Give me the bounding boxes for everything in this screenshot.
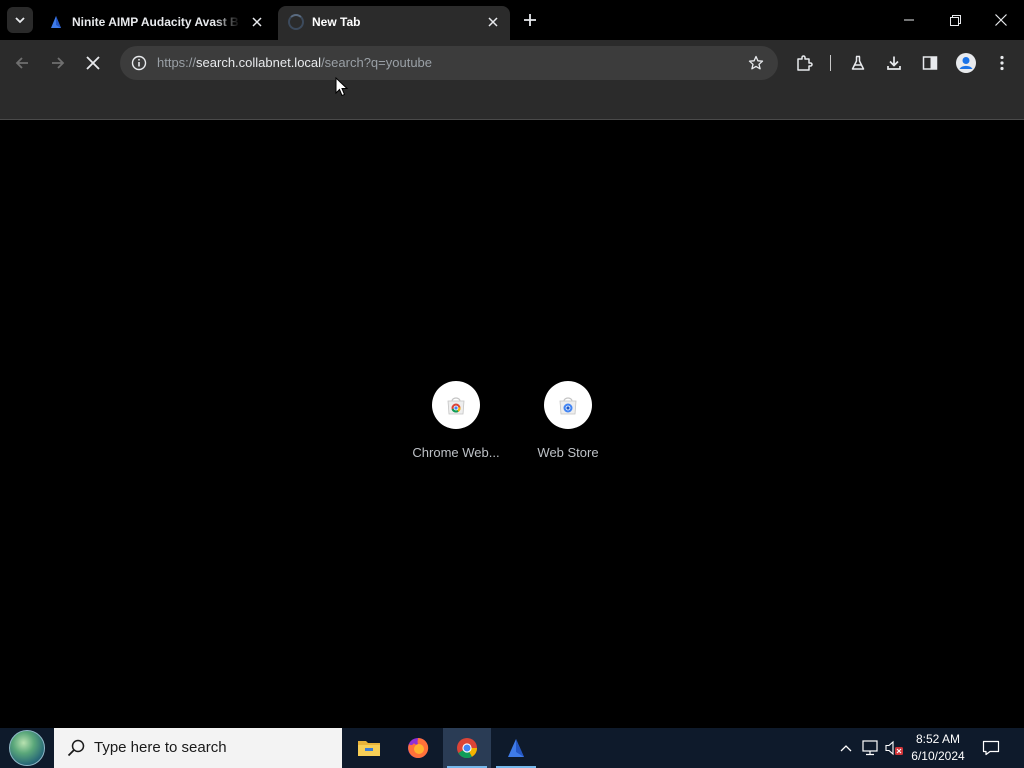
site-info-icon[interactable] [128,52,150,74]
notification-center-button[interactable] [978,736,1004,760]
menu-button[interactable] [989,50,1015,76]
firefox-icon [408,737,429,758]
minimize-icon [904,19,914,21]
more-vertical-icon [1000,55,1004,71]
search-placeholder: Type here to search [94,739,227,756]
shortcut-icon-circle [544,381,592,429]
forward-button[interactable] [45,50,71,76]
shortcut-label: Chrome Web... [412,445,500,460]
close-tab-icon[interactable] [248,13,266,31]
stop-icon [86,56,100,70]
network-tray-icon[interactable] [860,738,880,758]
notification-icon [982,740,1000,756]
arrow-left-icon [15,57,28,69]
close-icon [995,14,1007,26]
chevron-down-icon [15,17,25,24]
shortcut-label: Web Store [537,445,599,460]
taskbar-firefox[interactable] [394,728,442,768]
flask-icon [851,55,865,70]
profile-button[interactable] [953,50,979,76]
close-window-button[interactable] [978,0,1024,40]
close-tab-icon[interactable] [484,13,502,31]
start-orb-icon [9,730,45,766]
browser-toolbar: https://search.collabnet.local/search?q=… [0,40,1024,86]
taskbar-file-explorer[interactable] [345,728,393,768]
tab-title: Ninite AIMP Audacity Avast Bl [72,15,240,29]
url-path: /search?q=youtube [321,55,433,70]
volume-muted-icon [885,740,903,756]
volume-tray-icon[interactable] [884,738,904,758]
restore-icon [949,14,961,26]
clock-time: 8:52 AM [915,732,961,746]
labs-button[interactable] [845,50,871,76]
chevron-up-icon [840,745,852,752]
network-icon [862,740,878,756]
side-panel-button[interactable] [917,50,943,76]
puzzle-icon [797,55,813,71]
chrome-icon [457,738,478,759]
address-bar[interactable]: https://search.collabnet.local/search?q=… [120,46,778,80]
downloads-button[interactable] [881,50,907,76]
web-store-icon [559,397,577,415]
new-tab-button[interactable] [518,8,542,32]
plus-icon [524,14,536,26]
ninite-icon [51,16,61,28]
url-text[interactable]: https://search.collabnet.local/search?q=… [157,55,432,71]
arrow-right-icon [52,57,65,69]
restore-button[interactable] [932,0,978,40]
toolbar-divider [830,55,831,71]
search-icon [67,739,85,757]
start-button[interactable] [0,728,54,768]
shortcut-web-store[interactable]: Web Store [512,379,624,469]
url-host: search.collabnet.local [196,55,322,70]
loading-spinner-icon [288,14,304,30]
back-button[interactable] [9,50,35,76]
minimize-button[interactable] [886,0,932,40]
ninite-icon [508,739,524,757]
show-hidden-icons[interactable] [836,738,856,758]
shortcut-icon-circle [432,381,480,429]
tab-title: New Tab [312,15,361,29]
download-icon [887,56,901,70]
avatar-icon [956,53,976,73]
windows-taskbar: Type here to search 8:52 AM 6/10/2024 [0,728,1024,768]
side-panel-icon [922,56,938,70]
new-tab-page: Chrome Web... Web Store [0,121,1024,728]
tab-strip: Ninite AIMP Audacity Avast Bl New Tab [0,0,1024,40]
url-scheme: https:// [157,55,197,70]
tab-ninite[interactable]: Ninite AIMP Audacity Avast Bl [38,6,274,40]
clock-date: 6/10/2024 [911,749,965,763]
bookmark-star-icon[interactable] [746,53,766,73]
chrome-web-store-icon [447,397,465,415]
taskbar-chrome[interactable] [443,728,491,768]
mouse-cursor-icon [335,77,349,97]
extensions-button[interactable] [791,50,817,76]
tab-search-button[interactable] [7,7,33,33]
taskbar-search-box[interactable]: Type here to search [54,728,342,768]
stop-loading-button[interactable] [80,50,106,76]
bookmarks-bar [0,86,1024,120]
file-explorer-icon [358,741,380,756]
tab-new-tab[interactable]: New Tab [278,6,510,40]
system-clock[interactable]: 8:52 AM 6/10/2024 [906,731,970,765]
taskbar-ninite[interactable] [492,728,540,768]
shortcut-chrome-web-store[interactable]: Chrome Web... [400,379,512,469]
